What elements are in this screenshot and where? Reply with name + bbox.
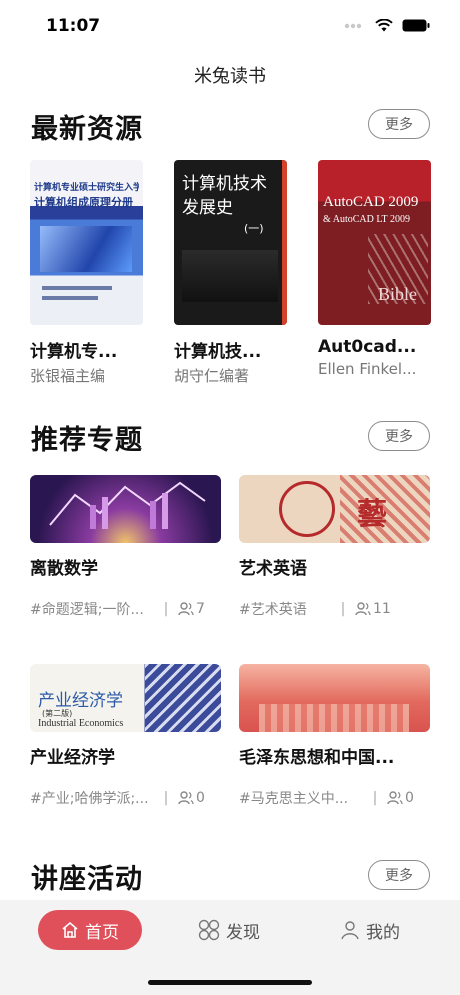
book-author: 张银福主编 xyxy=(30,367,106,385)
users-icon xyxy=(355,602,371,616)
tab-home-label: 首页 xyxy=(85,922,119,943)
tab-mine[interactable]: 我的 xyxy=(340,910,400,950)
topic-title: 毛泽东思想和中国... xyxy=(239,748,395,768)
book-title: Aut0cad... xyxy=(318,337,417,357)
book-cover-text: AutoCAD 2009 xyxy=(323,194,419,210)
book-card[interactable]: 计算机技术发展史 (一) 计算机技... 胡守仁编著 xyxy=(174,160,287,386)
topic-separator: | xyxy=(372,790,378,806)
tab-discover-label: 发现 xyxy=(226,922,260,943)
topic-count-value: 0 xyxy=(405,790,414,806)
topic-tags: #产业;哈佛学派;... xyxy=(30,791,149,807)
section-title-lectures: 讲座活动 xyxy=(31,864,143,895)
battery-icon xyxy=(402,19,430,32)
book-cover-sub: Bible xyxy=(378,284,417,304)
book-card[interactable]: 计算机专业硕士研究生入学考试 计算机组成原理分册 计算机专... 张银福主编 xyxy=(30,160,143,386)
users-icon xyxy=(178,791,194,805)
signal-icon xyxy=(344,23,366,28)
book-cover-main: (一) xyxy=(244,222,264,235)
discover-icon xyxy=(198,919,220,941)
tab-mine-label: 我的 xyxy=(366,922,400,943)
tab-home[interactable]: 首页 xyxy=(38,910,142,950)
book-author: 胡守仁编著 xyxy=(174,367,250,385)
topic-count-value: 0 xyxy=(196,790,205,806)
topic-image: 产业经济学 (第二版) Industrial Economics xyxy=(30,664,221,732)
tab-discover[interactable]: 发现 xyxy=(198,910,260,950)
book-cover: 计算机技术发展史 (一) xyxy=(174,160,287,325)
status-bar: 11:07 xyxy=(0,0,460,52)
topics-more-button[interactable]: 更多 xyxy=(368,421,430,451)
book-title: 计算机专... xyxy=(30,342,118,362)
topic-image-en: Industrial Economics xyxy=(38,718,124,729)
topic-meta: #马克思主义中... | 0 xyxy=(239,788,430,808)
topic-count-value: 7 xyxy=(196,601,205,617)
book-cover: AutoCAD 2009 & AutoCAD LT 2009 Bible xyxy=(318,160,431,325)
topic-separator: | xyxy=(163,790,169,806)
book-cover-text: 计算机技术发展史 xyxy=(182,174,267,218)
section-title-topics: 推荐专题 xyxy=(31,425,143,456)
topic-meta: #命题逻辑;一阶... | 7 xyxy=(30,599,221,619)
topic-title: 产业经济学 xyxy=(30,748,115,768)
topic-card[interactable]: 产业经济学 (第二版) Industrial Economics 产业经济学 #… xyxy=(30,664,221,808)
book-cover-main: & AutoCAD LT 2009 xyxy=(323,214,410,225)
home-icon xyxy=(62,921,78,938)
user-icon xyxy=(341,921,359,940)
latest-more-button[interactable]: 更多 xyxy=(368,109,430,139)
wifi-icon xyxy=(375,19,393,32)
users-icon xyxy=(178,602,194,616)
topic-image: 藝 xyxy=(239,475,430,543)
topic-title: 离散数学 xyxy=(30,559,98,579)
topic-subscriber-count: 11 xyxy=(355,601,391,617)
topic-card[interactable]: 毛泽东思想和中国... #马克思主义中... | 0 xyxy=(239,664,430,808)
book-title: 计算机技... xyxy=(174,342,262,362)
status-indicators xyxy=(344,19,430,32)
topic-subscriber-count: 7 xyxy=(178,601,205,617)
topic-meta: #艺术英语 | 11 xyxy=(239,599,430,619)
book-cover-text: 计算机专业硕士研究生入学考试 xyxy=(34,183,139,193)
topic-tags: #马克思主义中... xyxy=(239,791,349,807)
home-indicator xyxy=(148,980,312,985)
book-cover-main: 计算机组成原理分册 xyxy=(34,196,133,209)
topic-image xyxy=(30,475,221,543)
status-time: 11:07 xyxy=(46,16,101,36)
book-card[interactable]: AutoCAD 2009 & AutoCAD LT 2009 Bible Aut… xyxy=(318,160,431,378)
topic-card[interactable]: 离散数学 #命题逻辑;一阶... | 7 xyxy=(30,475,221,619)
book-cover: 计算机专业硕士研究生入学考试 计算机组成原理分册 xyxy=(30,160,143,325)
topic-subscriber-count: 0 xyxy=(178,790,205,806)
topic-card[interactable]: 藝 艺术英语 #艺术英语 | 11 xyxy=(239,475,430,619)
topic-image xyxy=(239,664,430,732)
section-title-latest: 最新资源 xyxy=(31,114,143,145)
topic-separator: | xyxy=(340,601,346,617)
page-title: 米兔读书 xyxy=(194,66,266,87)
book-author: Ellen Finkel... xyxy=(318,360,417,378)
topic-tags: #命题逻辑;一阶... xyxy=(30,602,144,618)
users-icon xyxy=(387,791,403,805)
topic-separator: | xyxy=(163,601,169,617)
topic-image-glyph: 藝 xyxy=(357,497,387,532)
topic-tags: #艺术英语 xyxy=(239,602,307,618)
lectures-more-button[interactable]: 更多 xyxy=(368,860,430,890)
topic-subscriber-count: 0 xyxy=(387,790,414,806)
topic-meta: #产业;哈佛学派;... | 0 xyxy=(30,788,221,808)
topic-title: 艺术英语 xyxy=(239,559,307,579)
topic-count-value: 11 xyxy=(373,601,391,617)
